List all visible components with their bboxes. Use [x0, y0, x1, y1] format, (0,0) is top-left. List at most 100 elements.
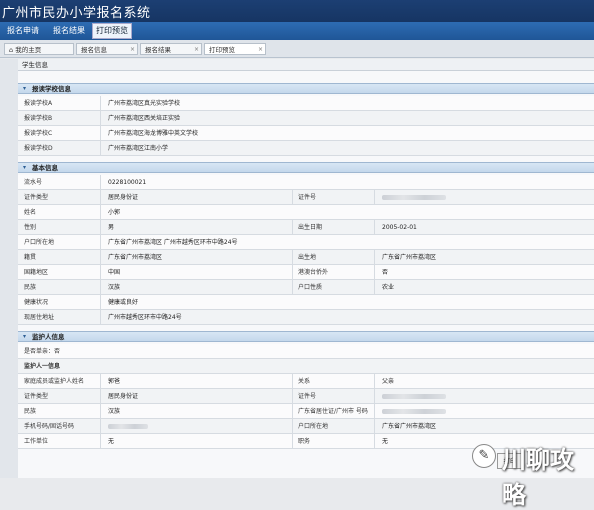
- guardian-idtype-label: 证件类型: [24, 393, 49, 400]
- guardian-idno-redacted: [382, 389, 446, 405]
- idtype-label: 证件类型: [24, 194, 49, 201]
- table-row: 家庭成员或监护人姓名 郭爸 关系 父亲: [18, 374, 594, 389]
- watermark-text: 川聊攻略: [502, 446, 574, 509]
- app-title: 广州市民办小学报名系统: [2, 6, 151, 21]
- tab-apply-info[interactable]: 报名信息 ×: [76, 43, 138, 55]
- table-row: 民族 汉族 广东省居住证/广州市 号码: [18, 404, 594, 419]
- native-value: 广东省广州市荔湾区: [108, 254, 163, 261]
- main-navbar: 报名申请 报名结果 打印预览: [0, 22, 594, 40]
- school-b-label: 报读学校B: [24, 115, 53, 122]
- school-a-label: 报读学校A: [24, 100, 53, 107]
- guardian-hukou-value: 广东省广州市荔湾区: [382, 423, 437, 430]
- app-header: 广州市民办小学报名系统: [0, 0, 594, 22]
- guardian-ethnic-value: 汉族: [108, 408, 121, 415]
- idno-label: 证件号: [298, 194, 317, 201]
- work-value: 无: [108, 438, 115, 445]
- relation-label: 关系: [298, 378, 311, 385]
- left-gutter: [0, 59, 19, 478]
- section-schools: ▾ 报读学校信息: [18, 83, 594, 94]
- table-row: 性别 男 出生日期 2005-02-01: [18, 220, 594, 235]
- single-parent-text: 是否单亲：否: [24, 348, 61, 355]
- tab-home[interactable]: ⌂ 我的主页: [4, 43, 74, 55]
- section-schools-title: 报读学校信息: [32, 85, 71, 93]
- native-label: 籍贯: [24, 254, 37, 261]
- name-value: 小郭: [108, 209, 121, 216]
- guardian-idno-label: 证件号: [298, 393, 317, 400]
- guardian-one-heading: 监护人一信息: [24, 363, 61, 370]
- gender-label: 性别: [24, 224, 37, 231]
- address-value: 广州市越秀区环市中路24号: [108, 314, 182, 321]
- table-row: 国籍地区 中国 港澳台侨外 否: [18, 265, 594, 280]
- school-d-label: 报读学校D: [24, 145, 53, 152]
- hkmt-value: 否: [382, 269, 389, 276]
- phone-redacted: [108, 419, 148, 435]
- close-icon[interactable]: ×: [258, 44, 263, 56]
- table-row: 手机号码/固话号码 户口所在地 广东省广州市荔湾区: [18, 419, 594, 434]
- collapse-arrow-icon: ▾: [23, 164, 27, 171]
- collapse-arrow-icon: ▾: [23, 333, 27, 340]
- table-row: 监护人一信息: [18, 359, 594, 374]
- guardian-ethnic-label: 民族: [24, 408, 37, 415]
- section-guardian: ▾ 监护人信息: [18, 331, 594, 342]
- collapse-arrow-icon: ▾: [23, 85, 27, 92]
- hukou-label: 户口所在地: [24, 239, 55, 246]
- birthplace-label: 出生地: [298, 254, 317, 261]
- country-label: 国籍地区: [24, 269, 49, 276]
- health-value: 健康或良好: [108, 299, 139, 306]
- residence-permit-redacted: [382, 404, 446, 420]
- school-b-value: 广州市荔湾区西关培正实验: [108, 115, 181, 122]
- phone-label: 手机号码/固话号码: [24, 423, 75, 430]
- section-guardian-title: 监护人信息: [32, 333, 65, 341]
- school-d-value: 广州市荔湾区江南小学: [108, 145, 169, 152]
- serial-label: 流水号: [24, 179, 43, 186]
- nav-result[interactable]: 报名结果: [50, 25, 88, 37]
- table-row: 籍贯 广东省广州市荔湾区 出生地 广东省广州市荔湾区: [18, 250, 594, 265]
- residence-permit-label: 广东省居住证/广州市 号码: [298, 408, 368, 415]
- section-title: 学生信息: [18, 59, 594, 71]
- tab-home-label: 我的主页: [15, 46, 42, 54]
- wechat-icon: ✎: [472, 444, 496, 468]
- birth-label: 出生日期: [298, 224, 323, 231]
- duty-label: 职务: [298, 438, 311, 445]
- table-row: 姓名 小郭: [18, 205, 594, 220]
- birthplace-value: 广东省广州市荔湾区: [382, 254, 437, 261]
- ethnic-value: 汉族: [108, 284, 121, 291]
- watermark: ✎ 川聊攻略: [470, 438, 594, 509]
- tab-apply-result-label: 报名结果: [145, 46, 171, 54]
- school-a-value: 广州市荔湾区真光实验学校: [108, 100, 181, 107]
- tab-apply-info-label: 报名信息: [81, 46, 107, 54]
- work-label: 工作单位: [24, 438, 49, 445]
- health-label: 健康状况: [24, 299, 49, 306]
- tab-print-preview[interactable]: 打印预览 ×: [204, 43, 266, 55]
- table-row: 报读学校B 广州市荔湾区西关培正实验: [18, 111, 594, 126]
- table-row: 户口所在地 广东省广州市荔湾区 广州市越秀区环市中路24号: [18, 235, 594, 250]
- table-row: 民族 汉族 户口性质 农业: [18, 280, 594, 295]
- table-row: 证件类型 居民身份证 证件号: [18, 190, 594, 205]
- relation-value: 父亲: [382, 378, 395, 385]
- guardian-hukou-label: 户口所在地: [298, 423, 329, 430]
- idno-value-redacted: [382, 190, 446, 206]
- birth-value: 2005-02-01: [382, 224, 417, 231]
- duty-value: 无: [382, 438, 389, 445]
- hukou-type-label: 户口性质: [298, 284, 323, 291]
- school-c-label: 报读学校C: [24, 130, 53, 137]
- name-label: 姓名: [24, 209, 37, 216]
- nav-print-preview[interactable]: 打印预览: [92, 23, 132, 39]
- section-basic: ▾ 基本信息: [18, 162, 594, 173]
- country-value: 中国: [108, 269, 121, 276]
- hkmt-label: 港澳台侨外: [298, 269, 329, 276]
- table-row: 健康状况 健康或良好: [18, 295, 594, 310]
- table-row: 是否单亲：否: [18, 344, 594, 359]
- table-row: 报读学校D 广州市荔湾区江南小学: [18, 141, 594, 156]
- table-row: 流水号 0228100021: [18, 175, 594, 190]
- hukou-value: 广东省广州市荔湾区 广州市越秀区环市中路24号: [108, 239, 238, 246]
- close-icon[interactable]: ×: [194, 44, 199, 56]
- table-row: 证件类型 居民身份证 证件号: [18, 389, 594, 404]
- guardian-name-label: 家庭成员或监护人姓名: [24, 378, 85, 385]
- gender-value: 男: [108, 224, 115, 231]
- close-icon[interactable]: ×: [130, 44, 135, 56]
- print-preview-content: 学生信息 ▾ 报读学校信息 报读学校A 广州市荔湾区真光实验学校 报读学校B 广州…: [18, 59, 594, 478]
- school-c-value: 广州市荔湾区海龙博雅中英文学校: [108, 130, 199, 137]
- tab-apply-result[interactable]: 报名结果 ×: [140, 43, 202, 55]
- nav-apply[interactable]: 报名申请: [4, 25, 42, 37]
